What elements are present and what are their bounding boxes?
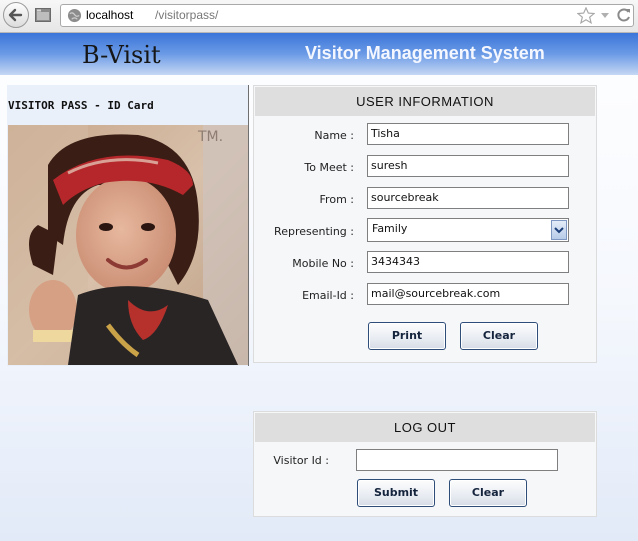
to-meet-field[interactable]: suresh: [367, 155, 569, 177]
user-information-title: USER INFORMATION: [255, 87, 595, 116]
page-tab-icon[interactable]: [35, 8, 51, 22]
mobile-no-field[interactable]: 3434343: [367, 251, 569, 273]
from-field[interactable]: sourcebreak: [367, 187, 569, 209]
user-information-panel: USER INFORMATION Name : Tisha To Meet : …: [253, 85, 597, 363]
system-title: Visitor Management System: [305, 43, 545, 63]
svg-text:TM.: TM.: [197, 129, 223, 145]
app-header: B-Visit Visitor Management System: [0, 33, 638, 75]
chevron-down-icon: [554, 227, 564, 234]
from-label: From :: [319, 193, 354, 206]
visitor-photo: TM.: [8, 125, 248, 365]
visitor-pass-card: VISITOR PASS - ID Card TM.: [7, 85, 249, 366]
representing-label: Representing :: [274, 225, 354, 238]
logout-panel: LOG OUT Visitor Id : Submit Clear: [253, 411, 597, 517]
back-arrow-icon: [8, 8, 23, 22]
visitor-id-input[interactable]: [356, 449, 558, 471]
address-bar[interactable]: localhost /visitorpass/: [60, 4, 634, 27]
browser-toolbar: localhost /visitorpass/: [0, 0, 638, 33]
email-id-field[interactable]: mail@sourcebreak.com: [367, 283, 569, 305]
back-button[interactable]: [3, 2, 29, 28]
globe-icon: [67, 8, 82, 23]
print-button[interactable]: Print: [368, 322, 446, 350]
brand-logo: B-Visit: [82, 41, 161, 69]
pass-card-title: VISITOR PASS - ID Card: [8, 99, 154, 112]
logout-clear-button[interactable]: Clear: [449, 479, 527, 507]
name-field[interactable]: Tisha: [367, 123, 569, 145]
to-meet-label: To Meet :: [304, 161, 354, 174]
chevron-down-icon[interactable]: [600, 8, 610, 22]
url-host: localhost: [86, 8, 134, 22]
representing-select[interactable]: Family: [367, 218, 569, 242]
mobile-no-label: Mobile No :: [292, 257, 354, 270]
visitor-id-label: Visitor Id :: [273, 454, 329, 467]
representing-selected-value: Family: [372, 222, 408, 235]
logout-title: LOG OUT: [255, 413, 595, 442]
clear-button[interactable]: Clear: [460, 322, 538, 350]
bookmark-star-icon[interactable]: [577, 7, 595, 24]
select-dropdown-button[interactable]: [551, 220, 567, 240]
name-label: Name :: [314, 129, 354, 142]
reload-icon[interactable]: [616, 7, 632, 23]
url-path: /visitorpass/: [155, 8, 219, 22]
email-id-label: Email-Id :: [302, 289, 354, 302]
submit-button[interactable]: Submit: [357, 479, 435, 507]
